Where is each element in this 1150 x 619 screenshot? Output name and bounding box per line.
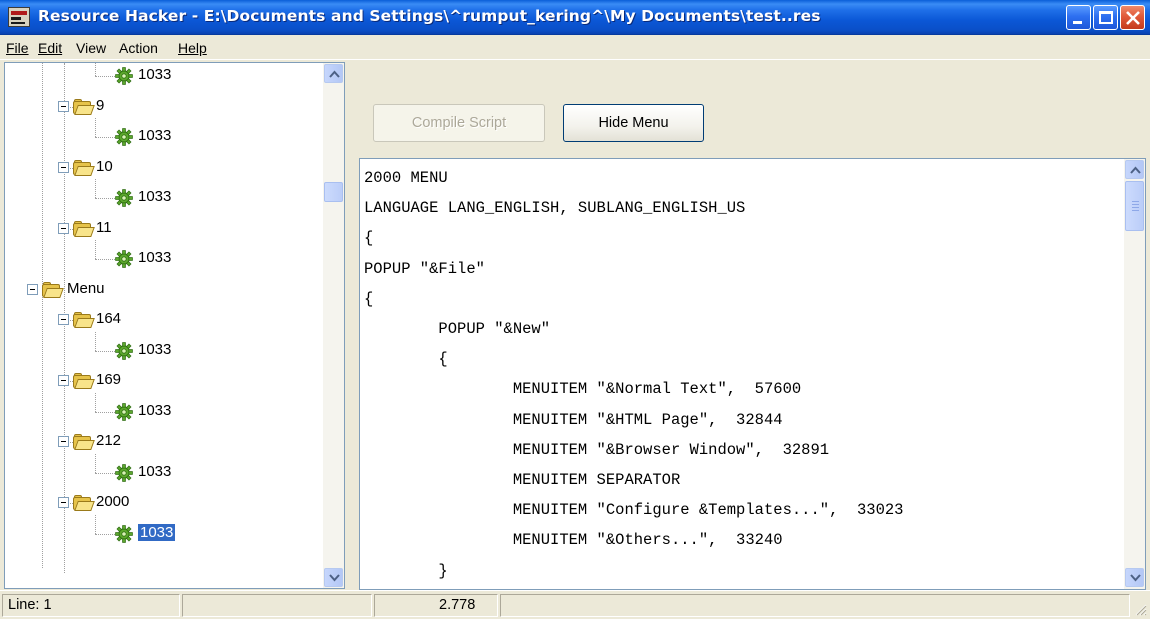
close-icon <box>1126 11 1140 25</box>
menu-action[interactable]: Action <box>119 40 158 56</box>
tree-node[interactable]: 10 <box>5 155 323 183</box>
code-line: MENUITEM "&Normal Text", 57600 <box>364 380 802 399</box>
tree-node[interactable]: 1033 <box>5 246 323 274</box>
tree-node[interactable]: 11 <box>5 216 323 244</box>
tree-content: 1033 9 1033 10 1033 11 1033 Menu 164 1033 169 1033 2… <box>5 63 323 588</box>
tree-node-label: 9 <box>96 96 105 114</box>
tree-node[interactable]: 9 <box>5 94 323 122</box>
menu-help-label: Help <box>178 40 207 56</box>
status-size-text: 2.778 <box>439 597 476 613</box>
menu-view[interactable]: View <box>76 40 106 56</box>
script-text[interactable]: 2000 MENU LANGUAGE LANG_ENGLISH, SUBLANG_… <box>364 163 1124 589</box>
hide-menu-button[interactable]: Hide Menu <box>563 104 704 142</box>
tree-node[interactable]: 212 <box>5 429 323 457</box>
editor-scrollbar[interactable] <box>1124 159 1145 589</box>
tree-node-label: 169 <box>96 371 122 388</box>
status-line-text: Line: 1 <box>8 597 52 613</box>
menu-file-label: File <box>6 40 29 56</box>
code-line: MENUITEM "&Browser Window", 32891 <box>364 440 830 459</box>
maximize-icon <box>1099 11 1113 24</box>
window-title: Resource Hacker - E:\Documents and Setti… <box>38 7 821 25</box>
tree-node[interactable]: 164 <box>5 307 323 335</box>
tree-node-label-selected: 1033 <box>138 523 176 541</box>
tree-node[interactable]: 1033 <box>5 124 323 152</box>
status-line: Line: 1 <box>2 594 180 617</box>
hide-menu-label: Hide Menu <box>598 115 669 131</box>
tree-node-label: 164 <box>96 310 122 327</box>
tree-node-label: 1033 <box>138 340 172 358</box>
app-icon[interactable] <box>8 7 30 27</box>
menu-view-label: View <box>76 40 107 56</box>
arrow-up-icon <box>329 70 340 78</box>
compile-script-label: Compile Script <box>411 115 507 131</box>
close-button[interactable] <box>1120 5 1145 30</box>
code-line: { <box>364 350 448 369</box>
tree-node-label: 1033 <box>138 462 172 480</box>
editor-scroll-thumb[interactable] <box>1125 181 1144 231</box>
tree-node-label: 1033 <box>138 249 172 266</box>
tree-node-label: 1033 <box>138 401 172 419</box>
resize-grip-icon[interactable] <box>1133 602 1147 616</box>
arrow-down-icon <box>1130 574 1141 582</box>
script-editor[interactable]: 2000 MENU LANGUAGE LANG_ENGLISH, SUBLANG_… <box>359 158 1146 590</box>
code-line: MENUITEM "&HTML Page", 32844 <box>364 410 783 429</box>
tree-node-label: 2000 <box>96 493 130 510</box>
minimize-button[interactable] <box>1066 5 1091 30</box>
code-line: MENUITEM SEPARATOR <box>364 471 681 490</box>
tree-node-label: Menu <box>67 279 105 297</box>
editor-scroll-up-button[interactable] <box>1125 160 1144 179</box>
tree-node[interactable]: 1033 <box>5 521 323 549</box>
code-line: { <box>364 229 374 248</box>
tree-scrollbar[interactable] <box>323 63 344 588</box>
code-line: POPUP "&New" <box>364 320 551 339</box>
tree-node[interactable]: 1033 <box>5 399 323 427</box>
tree-node-label: 1033 <box>138 127 172 144</box>
resource-tree[interactable]: 1033 9 1033 10 1033 11 1033 Menu 164 1033 169 1033 2… <box>4 62 345 589</box>
code-line: MENUITEM "Configure &Templates...", 3302… <box>364 501 904 520</box>
tree-node[interactable]: 1033 <box>5 63 323 91</box>
tree-node-label: 11 <box>96 218 112 236</box>
tree-node[interactable]: 1033 <box>5 338 323 366</box>
tree-scroll-down-button[interactable] <box>324 568 343 587</box>
tree-node[interactable]: 2000 <box>5 490 323 518</box>
code-line: POPUP "&File" <box>364 259 485 278</box>
tree-node[interactable]: Menu <box>5 277 323 305</box>
menu-bar: File Edit View Action Help <box>0 36 1150 60</box>
menu-edit-label: Edit <box>38 40 63 56</box>
title-bar[interactable]: Resource Hacker - E:\Documents and Setti… <box>0 0 1150 35</box>
code-line: 2000 MENU <box>364 169 448 187</box>
tree-node[interactable]: 1033 <box>5 460 323 488</box>
status-empty-panel <box>182 594 372 617</box>
code-line: } <box>364 561 448 580</box>
compile-script-button[interactable]: Compile Script <box>373 104 545 142</box>
arrow-down-icon <box>329 574 340 582</box>
status-bar: Line: 1 2.778 <box>0 590 1150 619</box>
menu-file[interactable]: File <box>6 40 29 56</box>
status-size: 2.778 <box>374 594 498 617</box>
menu-action-label: Action <box>119 40 158 56</box>
menu-edit[interactable]: Edit <box>38 40 62 56</box>
minimize-icon <box>1073 21 1082 24</box>
editor-scroll-down-button[interactable] <box>1125 568 1144 587</box>
tree-scroll-thumb[interactable] <box>324 182 343 202</box>
code-line: MENUITEM "&Others...", 33240 <box>364 531 783 550</box>
arrow-up-icon <box>1130 166 1141 174</box>
code-line: { <box>364 289 374 308</box>
tree-node[interactable]: 169 <box>5 368 323 396</box>
tree-scroll-up-button[interactable] <box>324 64 343 83</box>
tree-node-label: 1033 <box>138 188 172 205</box>
tree-node-label: 212 <box>96 432 122 449</box>
tree-node[interactable]: 1033 <box>5 185 323 213</box>
maximize-button[interactable] <box>1093 5 1118 30</box>
status-main-panel <box>500 594 1130 617</box>
tree-node-label: 10 <box>96 157 113 175</box>
menu-help[interactable]: Help <box>178 40 207 56</box>
tree-node-label: 1033 <box>138 66 172 83</box>
code-line: LANGUAGE LANG_ENGLISH, SUBLANG_ENGLISH_U… <box>364 199 746 218</box>
